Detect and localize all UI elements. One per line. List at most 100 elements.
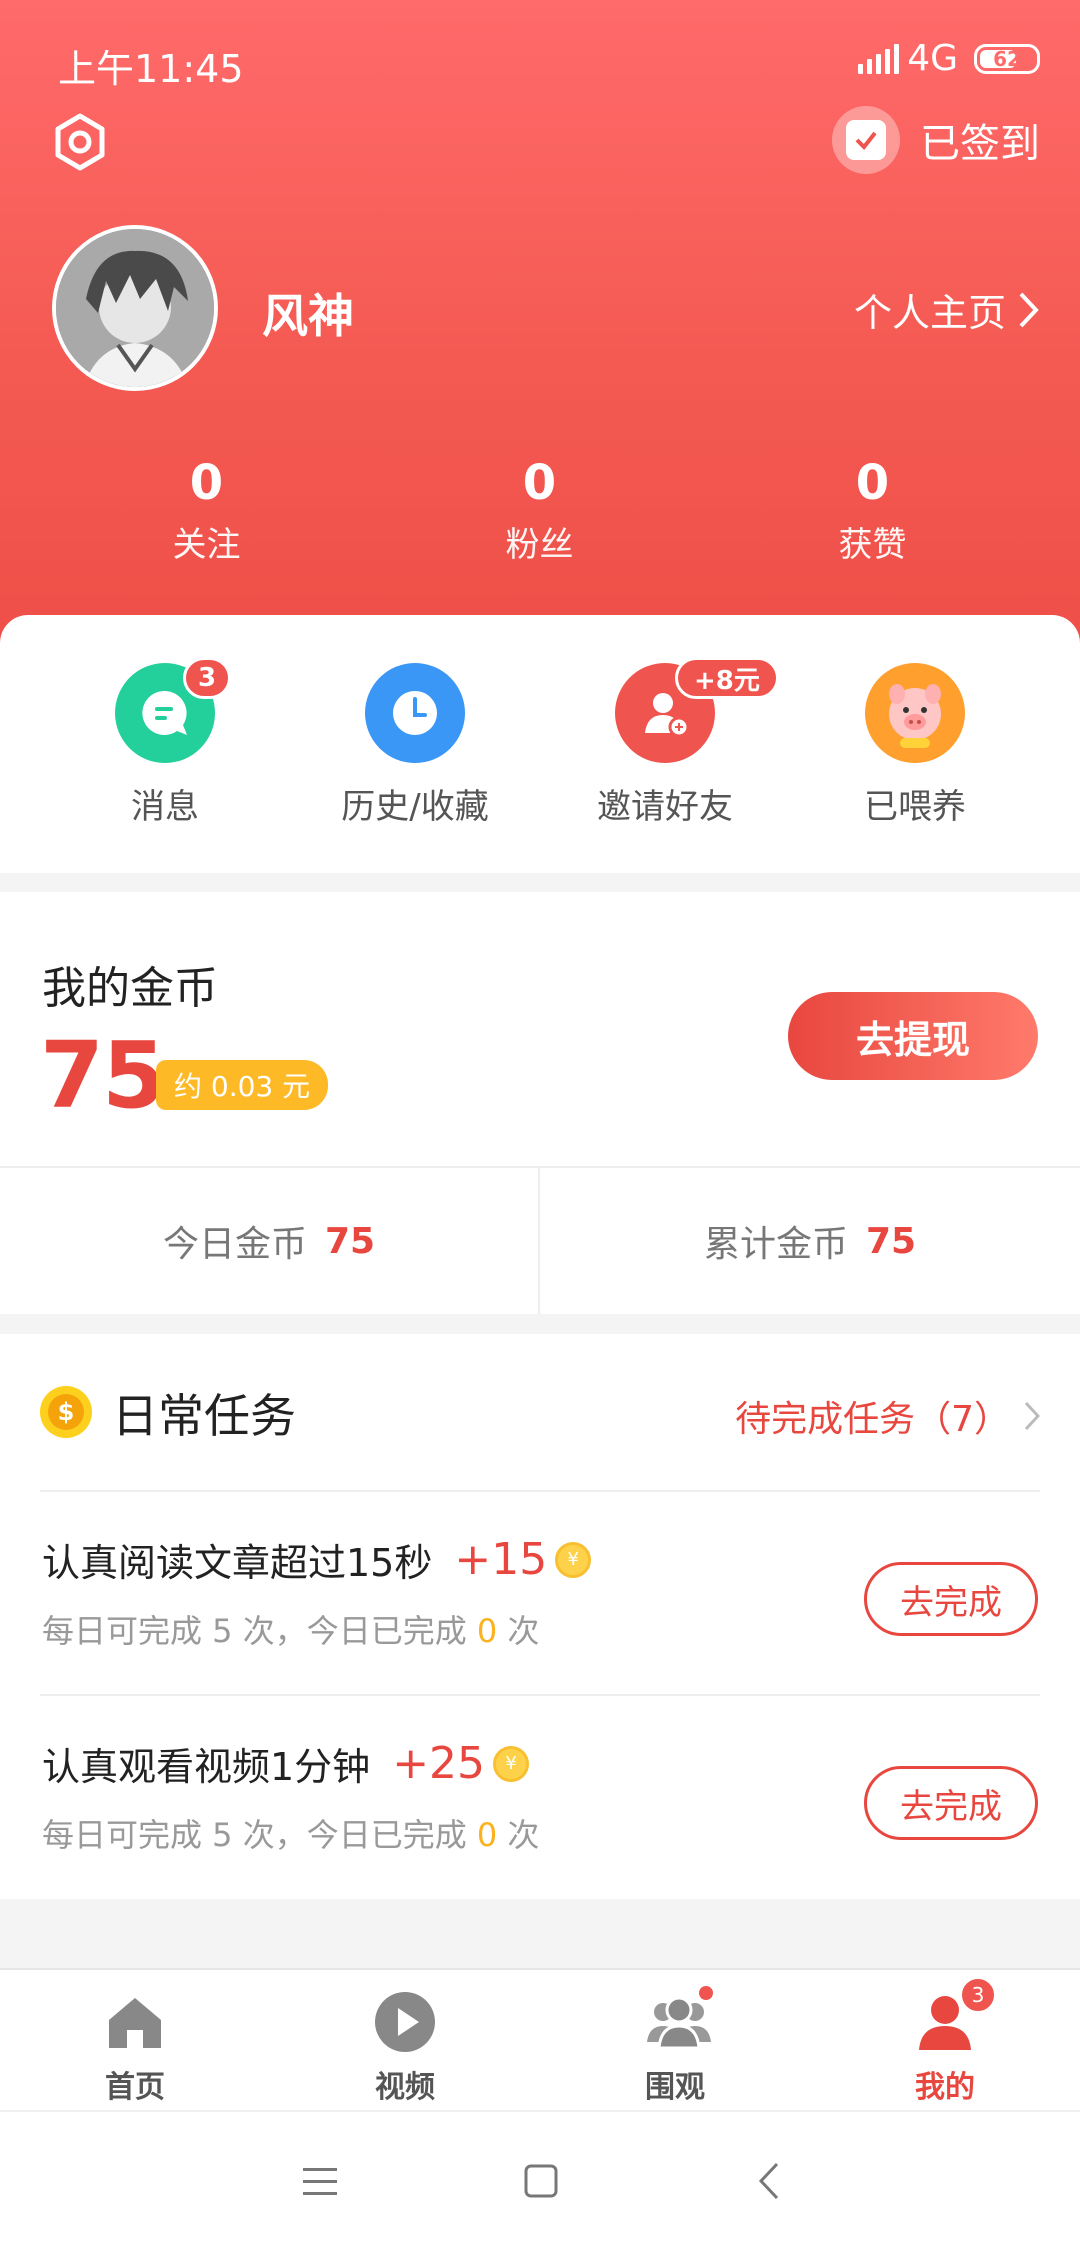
total-coins-label: 累计金币 <box>703 1224 848 1265</box>
checkin-label: 已签到 <box>920 121 1040 167</box>
status-time: 上午11:45 <box>58 47 244 91</box>
today-coins: 今日金币 75 <box>0 1168 540 1314</box>
profile-header: 上午11:45 4G 62 已签到 风神 个人主页 0 关注 0 粉丝 0 获赞 <box>0 0 1080 660</box>
square-icon <box>524 2164 558 2198</box>
tab-badge: 3 <box>959 1976 997 2014</box>
coins-title: 我的金币 <box>42 963 218 1014</box>
daily-tasks-card: $ 日常任务 待完成任务（7） 认真阅读文章超过15秒 +15 ¥ 每日可完成 … <box>0 1334 1080 1899</box>
quick-action-label: 历史/收藏 <box>341 787 489 827</box>
stat-value: 0 <box>522 455 557 511</box>
tab-mine[interactable]: 3 我的 <box>810 1970 1080 2110</box>
stat-value: 0 <box>189 455 224 511</box>
task-progress: 每日可完成 5 次，今日已完成 0 次 <box>42 1606 539 1652</box>
task-item: 认真观看视频1分钟 +25 ¥ 每日可完成 5 次，今日已完成 0 次 去完成 <box>0 1696 1080 1898</box>
quick-action-label: 已喂养 <box>864 787 966 827</box>
checkin-button[interactable]: 已签到 <box>832 106 1040 174</box>
task-name: 认真观看视频1分钟 +25 ¥ <box>42 1736 530 1791</box>
task-done-count: 0 <box>476 1612 498 1650</box>
message-badge: 3 <box>183 657 231 699</box>
quick-action-label: 消息 <box>131 787 199 827</box>
tab-label: 视频 <box>375 2070 435 2105</box>
coins-summary: 今日金币 75 累计金币 75 <box>0 1166 1080 1314</box>
tab-label: 围观 <box>645 2070 705 2105</box>
stat-fans[interactable]: 0 粉丝 <box>373 455 706 566</box>
tab-label: 首页 <box>105 2070 165 2105</box>
coin-icon: $ <box>40 1386 92 1438</box>
today-coins-label: 今日金币 <box>162 1224 307 1265</box>
task-progress: 每日可完成 5 次，今日已完成 0 次 <box>42 1810 539 1856</box>
task-progress-prefix: 每日可完成 5 次，今日已完成 <box>42 1612 467 1650</box>
clock-icon <box>365 663 465 763</box>
add-user-icon: +8元 <box>615 657 779 763</box>
total-coins: 累计金币 75 <box>540 1168 1080 1314</box>
avatar-image <box>56 229 214 387</box>
tab-home[interactable]: 首页 <box>0 1970 270 2110</box>
menu-icon <box>303 2168 337 2195</box>
today-coins-value: 75 <box>324 1220 376 1262</box>
stat-label: 关注 <box>172 525 241 565</box>
stat-likes[interactable]: 0 获赞 <box>706 455 1039 566</box>
profile-link-label: 个人主页 <box>853 291 1006 335</box>
back-icon <box>758 2162 779 2200</box>
coin-icon: ¥ <box>555 1541 592 1578</box>
quick-action-messages[interactable]: 3 消息 <box>45 657 285 828</box>
coin-icon: ¥ <box>493 1745 530 1782</box>
quick-actions-card: 3 消息 历史/收藏 +8元 邀请好友 已喂养 <box>0 615 1080 873</box>
coin-glyph: $ <box>48 1394 84 1430</box>
task-reward: +25 ¥ <box>392 1738 530 1789</box>
task-title: 认真阅读文章超过15秒 <box>42 1541 433 1585</box>
profile-link[interactable]: 个人主页 <box>854 282 1040 337</box>
complete-task-button[interactable]: 去完成 <box>864 1766 1038 1840</box>
system-nav-bar <box>0 2110 1080 2244</box>
task-done-count: 0 <box>476 1816 498 1854</box>
menu-button[interactable] <box>295 2156 345 2206</box>
stat-label: 粉丝 <box>505 525 574 565</box>
battery-icon: 62 <box>974 43 1040 74</box>
complete-task-button[interactable]: 去完成 <box>864 1562 1038 1636</box>
task-reward-value: +25 <box>392 1738 486 1789</box>
pending-tasks-link[interactable]: 待完成任务（7） <box>735 1390 1040 1442</box>
coins-approx-badge: 约 0.03 元 <box>156 1060 329 1110</box>
user-icon: 3 <box>913 1976 997 2054</box>
task-item: 认真阅读文章超过15秒 +15 ¥ 每日可完成 5 次，今日已完成 0 次 去完… <box>0 1492 1080 1694</box>
checkin-icon <box>832 106 900 174</box>
quick-action-history[interactable]: 历史/收藏 <box>295 663 535 828</box>
chevron-right-icon <box>1024 1401 1040 1431</box>
task-progress-suffix: 次 <box>507 1612 540 1650</box>
invite-bonus-badge: +8元 <box>675 657 779 699</box>
status-bar: 上午11:45 4G 62 <box>0 30 1080 91</box>
stat-label: 获赞 <box>838 525 907 565</box>
message-icon: 3 <box>115 657 231 763</box>
settings-button[interactable] <box>50 112 110 172</box>
play-icon <box>373 1990 437 2054</box>
stat-value: 0 <box>855 455 890 511</box>
task-reward: +15 ¥ <box>454 1534 592 1585</box>
quick-action-invite[interactable]: +8元 邀请好友 <box>545 657 785 828</box>
task-progress-prefix: 每日可完成 5 次，今日已完成 <box>42 1816 467 1854</box>
signal-icon <box>858 43 900 74</box>
pig-icon <box>865 663 965 763</box>
coins-card: 我的金币 75 约 0.03 元 去提现 今日金币 75 累计金币 75 <box>0 892 1080 1314</box>
battery-level: 62 <box>993 46 1021 71</box>
home-button[interactable] <box>515 2156 565 2206</box>
stats-row: 0 关注 0 粉丝 0 获赞 <box>0 455 1080 566</box>
tasks-header: $ 日常任务 待完成任务（7） <box>0 1334 1080 1490</box>
notification-dot <box>699 1986 713 2000</box>
tab-label: 我的 <box>915 2070 975 2105</box>
chevron-right-icon <box>1019 292 1039 327</box>
gear-icon <box>55 113 105 171</box>
task-progress-suffix: 次 <box>507 1816 540 1854</box>
group-icon <box>643 1986 713 2054</box>
quick-action-feed[interactable]: 已喂养 <box>795 663 1035 828</box>
avatar[interactable] <box>52 225 218 391</box>
tab-watch[interactable]: 围观 <box>540 1970 810 2110</box>
withdraw-button[interactable]: 去提现 <box>788 992 1038 1080</box>
stat-following[interactable]: 0 关注 <box>40 455 373 566</box>
quick-action-label: 邀请好友 <box>597 787 733 827</box>
home-icon <box>103 1990 167 2054</box>
back-button[interactable] <box>745 2156 795 2206</box>
username: 风神 <box>262 289 354 343</box>
pending-tasks-label: 待完成任务（7） <box>735 1399 1010 1440</box>
tab-video[interactable]: 视频 <box>270 1970 540 2110</box>
tasks-title: 日常任务 <box>112 1389 296 1443</box>
